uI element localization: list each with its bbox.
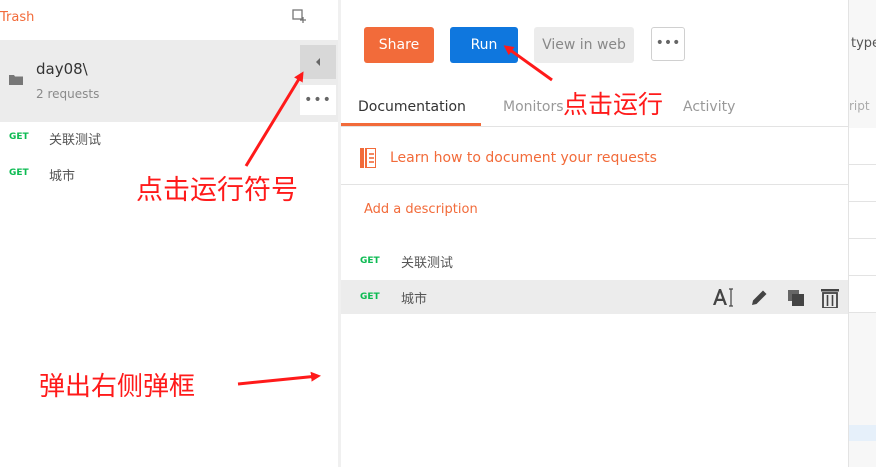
folder-icon (9, 75, 23, 85)
request-name: 城市 (49, 169, 76, 184)
sidebar-request-item[interactable]: GET 关联测试 (0, 125, 338, 151)
panel-more-button[interactable]: ••• (651, 27, 685, 61)
collection-expand-arrow-button[interactable] (300, 45, 336, 79)
request-name: 城市 (401, 292, 428, 307)
method-badge: GET (360, 292, 380, 302)
method-badge: GET (360, 256, 380, 266)
collection-name: day08\ (36, 60, 88, 78)
annotation-popup-right: 弹出右侧弹框 (39, 372, 196, 402)
request-name: 关联测试 (49, 133, 102, 148)
panel-request-item[interactable]: GET 城市 (341, 280, 848, 314)
documentation-icon (360, 148, 376, 168)
trash-icon[interactable] (821, 287, 839, 308)
tab-documentation[interactable]: Documentation (358, 99, 466, 115)
table-cell (849, 239, 876, 276)
duplicate-icon[interactable] (787, 289, 805, 307)
method-badge: GET (9, 132, 29, 142)
table-cell (849, 276, 876, 313)
panel-request-item[interactable]: GET 关联测试 (341, 248, 848, 274)
highlight-bar (849, 425, 876, 441)
learn-docs-row: Learn how to document your requests (341, 140, 848, 185)
active-tab-indicator (341, 123, 481, 126)
run-button[interactable]: Run (450, 27, 518, 63)
tab-activity[interactable]: Activity (683, 99, 735, 115)
type-column-label: type (851, 36, 876, 51)
table-cell (849, 165, 876, 202)
description-column-label: ript (849, 99, 870, 113)
text-format-icon[interactable] (711, 286, 735, 308)
request-row-actions (711, 286, 841, 308)
view-in-web-button[interactable]: View in web (534, 27, 634, 63)
annotation-click-run: 点击运行 (563, 90, 664, 119)
collection-request-count: 2 requests (36, 87, 100, 101)
add-description-link[interactable]: Add a description (364, 202, 478, 217)
learn-docs-link[interactable]: Learn how to document your requests (390, 150, 657, 166)
pencil-icon[interactable] (749, 288, 769, 308)
background-request-panel: type ript (848, 0, 876, 467)
tab-monitors[interactable]: Monitors (503, 99, 564, 115)
annotation-click-run-symbol: 点击运行符号 (136, 175, 298, 206)
collection-detail-panel: Share Run View in web ••• Documentation … (341, 0, 848, 467)
table-cell (849, 128, 876, 165)
collection-item[interactable]: day08\ 2 requests ••• (0, 40, 338, 122)
new-collection-icon[interactable] (292, 9, 306, 23)
trash-link[interactable]: Trash (0, 10, 34, 25)
caret-left-icon (316, 58, 320, 66)
table-cell (849, 202, 876, 239)
method-badge: GET (9, 168, 29, 178)
collection-more-button[interactable]: ••• (300, 85, 336, 115)
share-button[interactable]: Share (364, 27, 434, 63)
request-name: 关联测试 (401, 256, 454, 271)
